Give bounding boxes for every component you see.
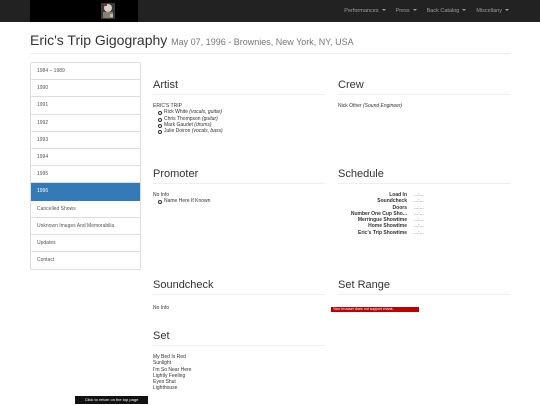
- sidebar-item-1990[interactable]: 1990: [31, 80, 140, 98]
- sidebar-item-1984-1989[interactable]: 1984 – 1989: [31, 63, 140, 81]
- sidebar-item-1991[interactable]: 1991: [31, 97, 140, 115]
- artist-heading: Artist: [153, 79, 325, 95]
- member-item: Julie Doiron (vocals, bass): [158, 128, 325, 135]
- artist-section: Artist ERIC'S TRIP Rick White (vocals, g…: [153, 79, 325, 135]
- schedule-heading: Schedule: [338, 168, 510, 184]
- sidebar-item-1993[interactable]: 1993: [31, 132, 140, 149]
- nav-back-catalog[interactable]: Back Catalog: [422, 0, 472, 22]
- soundcheck-heading: Soundcheck: [153, 279, 325, 295]
- soundcheck-info: No Info: [153, 305, 170, 311]
- caret-down-icon: [381, 9, 386, 11]
- logo-area[interactable]: [30, 0, 138, 22]
- schedule-table: Load In...:... Soundcheck...:... Doors..…: [338, 192, 510, 236]
- sidebar-item-1995[interactable]: 1995: [31, 166, 140, 184]
- caret-down-icon: [412, 9, 417, 11]
- sidebar-item-updates[interactable]: Updates: [31, 235, 140, 253]
- set-section: Set My Bed Is Red Sunlight I'm So Near H…: [153, 330, 325, 392]
- caret-down-icon: [462, 9, 467, 11]
- sidebar-item-contact[interactable]: Contact: [31, 252, 140, 269]
- nav-press[interactable]: Press: [391, 0, 422, 22]
- sidebar-item-1992[interactable]: 1992: [31, 115, 140, 132]
- nav-menu: Performances Press Back Catalog Miscella…: [339, 0, 514, 22]
- back-to-top-button[interactable]: Click to return on the top page: [75, 396, 148, 404]
- set-range-section: Set Range: [338, 279, 510, 295]
- sidebar-item-1996[interactable]: 1996: [31, 183, 140, 201]
- sidebar-item-unknown-images[interactable]: Unknown Images And Memorabilia: [31, 218, 140, 235]
- promoter-heading: Promoter: [153, 168, 325, 184]
- caret-down-icon: [505, 9, 509, 11]
- schedule-row: Eric's Trip Showtime...:...: [358, 229, 424, 236]
- sidebar-item-1994[interactable]: 1994: [31, 149, 140, 167]
- nav-performances[interactable]: Performances: [339, 0, 390, 22]
- set-range-heading: Set Range: [338, 279, 510, 295]
- set-heading: Set: [153, 330, 325, 346]
- page-subtitle: May 07, 1996 - Brownies, New York, NY, U…: [171, 37, 354, 47]
- band-logo-icon: [101, 3, 115, 19]
- promoter-section: Promoter No Info Name Here If Known: [153, 168, 325, 205]
- schedule-section: Schedule Load In...:... Soundcheck...:..…: [338, 168, 510, 236]
- navbar: Performances Press Back Catalog Miscella…: [0, 0, 540, 22]
- crew-section: Crew Nick Other (Sound Engineer): [338, 79, 510, 109]
- sidebar-item-cancelled-shows[interactable]: Cancelled Shows: [31, 201, 140, 218]
- nav-miscellany[interactable]: Miscellany: [471, 0, 514, 22]
- crew-heading: Crew: [338, 79, 510, 95]
- crew-member: Nick Other (Sound Engineer): [338, 103, 403, 109]
- year-sidebar: 1984 – 1989 1990 1991 1992 1993 1994 199…: [30, 62, 141, 271]
- song-item: Lighthouse: [153, 385, 178, 392]
- soundcheck-section: Soundcheck No Info: [153, 279, 325, 311]
- setlist: My Bed Is Red Sunlight I'm So Near Here …: [153, 354, 325, 392]
- page-header: Eric's Trip Gigography May 07, 1996 - Br…: [30, 32, 510, 54]
- page-title: Eric's Trip Gigography May 07, 1996 - Br…: [30, 32, 354, 48]
- promoter-item: Name Here If Known: [158, 198, 325, 205]
- chart-unsupported-message: Your browser does not support charts.: [331, 307, 419, 312]
